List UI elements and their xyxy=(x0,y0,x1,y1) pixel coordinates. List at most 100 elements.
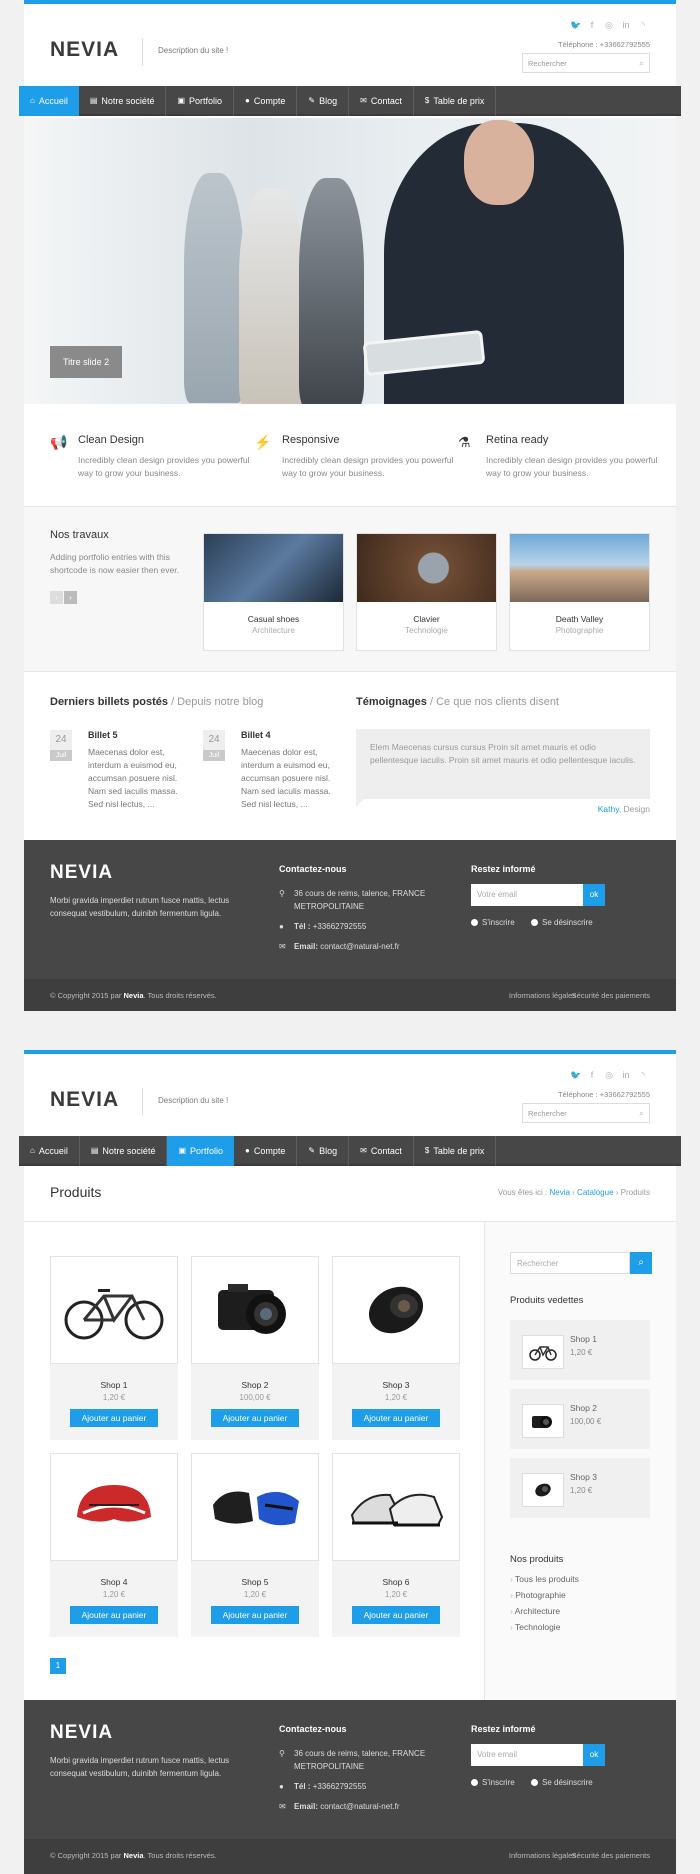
unsubscribe-radio[interactable]: Se désinscrire xyxy=(531,916,593,929)
featured-product[interactable]: Shop 1 1,20 € xyxy=(510,1320,650,1380)
payments-link[interactable]: Sécurité des paiements xyxy=(572,1851,650,1860)
header-search-input[interactable]: Rechercher ⌕ xyxy=(522,53,650,73)
search-icon[interactable]: ⌕ xyxy=(639,1108,644,1119)
facebook-icon[interactable]: f xyxy=(587,1070,597,1080)
footer-logo[interactable]: NEVIA xyxy=(50,1722,113,1744)
product-card[interactable]: Shop 4 1,20 € Ajouter au panier xyxy=(50,1453,178,1637)
arrow-right-icon[interactable]: › xyxy=(64,591,77,604)
product-name[interactable]: Shop 2 xyxy=(191,1380,319,1390)
rss-icon[interactable]: ◝ xyxy=(638,1070,648,1080)
product-card[interactable]: Shop 3 1,20 € Ajouter au panier xyxy=(332,1256,460,1440)
twitter-icon[interactable]: 🐦 xyxy=(570,1070,581,1080)
site-logo[interactable]: NEVIA xyxy=(50,38,119,62)
bicycle-icon[interactable] xyxy=(50,1256,178,1364)
newsletter-ok-button[interactable]: ok xyxy=(583,1744,605,1766)
product-card[interactable]: Shop 1 1,20 € Ajouter au panier xyxy=(50,1256,178,1440)
facebook-icon[interactable]: f xyxy=(587,20,597,30)
search-icon[interactable]: ⌕ xyxy=(630,1252,652,1274)
legal-link[interactable]: Informations légales xyxy=(509,1851,576,1860)
nav-item-portfolio[interactable]: ▣ Portfolio xyxy=(167,1136,235,1166)
category-link[interactable]: Technologie xyxy=(510,1622,579,1632)
email-value[interactable]: contact@natural-net.fr xyxy=(320,942,399,951)
featured-name[interactable]: Shop 2 xyxy=(570,1403,597,1413)
author-name[interactable]: Kathy xyxy=(598,804,619,814)
gloves-icon[interactable] xyxy=(191,1453,319,1561)
header-search-input[interactable]: Rechercher ⌕ xyxy=(522,1103,650,1123)
add-to-cart-button[interactable]: Ajouter au panier xyxy=(352,1409,440,1427)
magic-wand-icon: ⚡ xyxy=(254,434,272,450)
site-logo[interactable]: NEVIA xyxy=(50,1088,119,1112)
featured-name[interactable]: Shop 1 xyxy=(570,1334,597,1344)
nav-item-blog[interactable]: ✎ Blog xyxy=(297,1136,350,1166)
breadcrumb-home[interactable]: Nevia xyxy=(549,1188,569,1197)
category-link[interactable]: Tous les produits xyxy=(510,1574,579,1584)
product-name[interactable]: Shop 4 xyxy=(50,1577,178,1587)
linkedin-icon[interactable]: in xyxy=(621,1070,631,1080)
category-link[interactable]: Photographie xyxy=(510,1590,579,1600)
featured-name[interactable]: Shop 3 xyxy=(570,1472,597,1482)
nav-item-contact[interactable]: ✉ Contact xyxy=(349,86,414,116)
product-name[interactable]: Shop 3 xyxy=(332,1380,460,1390)
nav-item-societe[interactable]: ▤ Notre société xyxy=(79,86,167,116)
payments-link[interactable]: Sécurité des paiements xyxy=(572,991,650,1000)
subscribe-radio[interactable]: S'inscrire xyxy=(471,916,515,929)
product-name[interactable]: Shop 1 xyxy=(50,1380,178,1390)
footer-logo[interactable]: NEVIA xyxy=(50,862,113,884)
add-to-cart-button[interactable]: Ajouter au panier xyxy=(70,1606,158,1624)
portfolio-card[interactable]: Clavier Technologie xyxy=(356,533,497,651)
camera-icon[interactable] xyxy=(191,1256,319,1364)
newsletter-ok-button[interactable]: ok xyxy=(583,884,605,906)
twitter-icon[interactable]: 🐦 xyxy=(570,20,581,30)
blog-post[interactable]: Billet 5 Maecenas dolor est, interdum a … xyxy=(88,730,190,811)
search-icon[interactable]: ⌕ xyxy=(639,58,644,69)
unsubscribe-radio[interactable]: Se désinscrire xyxy=(531,1776,593,1789)
nav-item-accueil[interactable]: ⌂ Accueil xyxy=(19,1136,80,1166)
nav-item-contact[interactable]: ✉ Contact xyxy=(349,1136,414,1166)
product-name[interactable]: Shop 5 xyxy=(191,1577,319,1587)
arrow-left-icon[interactable]: ‹ xyxy=(50,591,63,604)
newsletter-email-input[interactable]: Votre email xyxy=(471,1744,583,1766)
lens-icon[interactable] xyxy=(332,1256,460,1364)
post-title[interactable]: Billet 4 xyxy=(241,730,343,740)
nav-item-compte[interactable]: ● Compte xyxy=(234,86,298,116)
helmet-icon[interactable] xyxy=(50,1453,178,1561)
portfolio-image-road xyxy=(510,534,649,602)
nav-item-accueil[interactable]: ⌂ Accueil xyxy=(19,86,79,116)
post-title[interactable]: Billet 5 xyxy=(88,730,190,740)
nav-label: Portfolio xyxy=(189,96,223,106)
add-to-cart-button[interactable]: Ajouter au panier xyxy=(211,1606,299,1624)
dribbble-icon[interactable]: ◎ xyxy=(604,20,614,30)
email-value[interactable]: contact@natural-net.fr xyxy=(320,1802,399,1811)
nav-item-compte[interactable]: ● Compte xyxy=(234,1136,298,1166)
portfolio-card[interactable]: Death Valley Photographie xyxy=(509,533,650,651)
nav-item-blog[interactable]: ✎ Blog xyxy=(297,86,350,116)
category-link[interactable]: Architecture xyxy=(510,1606,579,1616)
nav-item-societe[interactable]: ▤ Notre société xyxy=(80,1136,168,1166)
add-to-cart-button[interactable]: Ajouter au panier xyxy=(70,1409,158,1427)
slide-title-button[interactable]: Titre slide 2 xyxy=(50,346,123,378)
nav-item-portfolio[interactable]: ▣ Portfolio xyxy=(166,86,235,116)
add-to-cart-button[interactable]: Ajouter au panier xyxy=(352,1606,440,1624)
product-name[interactable]: Shop 6 xyxy=(332,1577,460,1587)
subscribe-radio[interactable]: S'inscrire xyxy=(471,1776,515,1789)
featured-product[interactable]: Shop 3 1,20 € xyxy=(510,1458,650,1518)
product-card[interactable]: Shop 6 1,20 € Ajouter au panier xyxy=(332,1453,460,1637)
sidebar-search-input[interactable]: Rechercher xyxy=(510,1252,630,1274)
nav-item-pricing[interactable]: $ Table de prix xyxy=(414,86,497,116)
featured-product[interactable]: Shop 2 100,00 € xyxy=(510,1389,650,1449)
rss-icon[interactable]: ◝ xyxy=(638,20,648,30)
blog-post[interactable]: Billet 4 Maecenas dolor est, interdum a … xyxy=(241,730,343,811)
pagination-page[interactable]: 1 xyxy=(50,1658,66,1674)
nav-item-pricing[interactable]: $ Table de prix xyxy=(414,1136,497,1166)
breadcrumb-catalog[interactable]: Catalogue xyxy=(577,1188,613,1197)
linkedin-icon[interactable]: in xyxy=(621,20,631,30)
dribbble-icon[interactable]: ◎ xyxy=(604,1070,614,1080)
product-card[interactable]: Shop 2 100,00 € Ajouter au panier xyxy=(191,1256,319,1440)
product-card[interactable]: Shop 5 1,20 € Ajouter au panier xyxy=(191,1453,319,1637)
hero-slider[interactable]: Titre slide 2 xyxy=(24,118,676,404)
shoes-icon[interactable] xyxy=(332,1453,460,1561)
newsletter-email-input[interactable]: Votre email xyxy=(471,884,583,906)
legal-link[interactable]: Informations légales xyxy=(509,991,576,1000)
add-to-cart-button[interactable]: Ajouter au panier xyxy=(211,1409,299,1427)
portfolio-card[interactable]: Casual shoes Architecture xyxy=(203,533,344,651)
